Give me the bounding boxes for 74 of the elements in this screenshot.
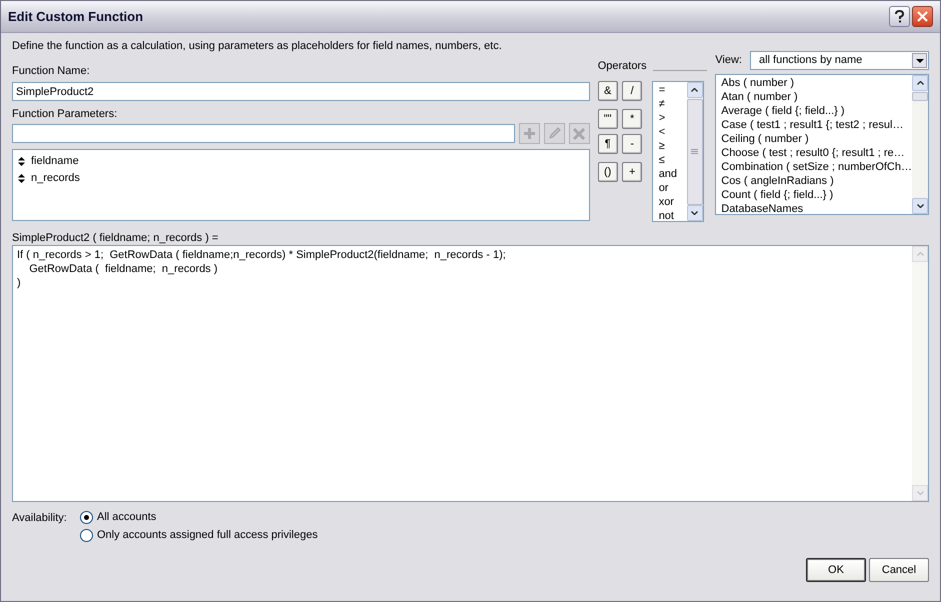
close-button[interactable] [912, 6, 933, 27]
scrollbar[interactable] [912, 75, 928, 214]
field-label: Function Parameters: [12, 107, 118, 120]
view-label: View: [715, 53, 742, 68]
dialog-button[interactable]: OK [806, 558, 866, 582]
operator-button[interactable]: - [622, 134, 642, 154]
window-title: Edit Custom Function [8, 8, 144, 26]
operator-button[interactable]: / [622, 81, 642, 101]
parameter-item[interactable]: n_records [31, 170, 80, 187]
function-item[interactable]: Choose ( test ; result0 {; result1 ; re… [721, 146, 912, 160]
operator-item[interactable]: or [658, 181, 687, 195]
close-icon [917, 11, 928, 22]
radio-label[interactable]: All accounts [97, 508, 156, 526]
code-line: If ( n_records > 1; GetRowData ( fieldname;n_records) * SimpleProduct2(fieldname; n_records - 1); [17, 248, 506, 262]
function-item[interactable]: Abs ( number ) [721, 76, 912, 90]
operator-button[interactable]: + [622, 162, 642, 182]
operator-item[interactable]: not [658, 209, 687, 223]
field-label: Function Name: [12, 64, 91, 77]
calculation-editor[interactable]: If ( n_records > 1; GetRowData ( fieldname;n_records) * SimpleProduct2(fieldname; n_records - 1); GetRowData ( fieldname; n_records ) ) [12, 245, 929, 502]
operator-button[interactable]: * [622, 109, 642, 129]
operator-button[interactable]: & [598, 81, 618, 101]
operator-item[interactable]: xor [658, 195, 687, 209]
scroll-up-button[interactable] [686, 82, 703, 98]
operator-item[interactable]: ≠ [658, 97, 687, 111]
operator-item[interactable]: = [658, 83, 687, 97]
reorder-arrows-icon[interactable] [18, 174, 25, 183]
scroll-thumb[interactable] [912, 92, 928, 101]
operator-item[interactable]: and [658, 167, 687, 181]
cross-icon [573, 128, 586, 140]
view-dropdown[interactable]: all functions by name [750, 51, 929, 70]
function-item[interactable]: Count ( field {; field...} ) [721, 188, 912, 202]
code-line: ) [17, 276, 21, 290]
dropdown-value: all functions by name [758, 53, 864, 68]
grip-icon [691, 149, 698, 155]
function-item[interactable]: Average ( field {; field...} ) [721, 104, 912, 118]
function-item[interactable]: Atan ( number ) [721, 90, 912, 104]
code-line: GetRowData ( fieldname; n_records ) [28, 262, 218, 276]
scroll-down-button[interactable] [912, 198, 928, 214]
function-item[interactable]: Combination ( setSize ; numberOfCh… [721, 160, 912, 174]
pencil-icon [548, 127, 561, 140]
operator-button[interactable]: () [598, 162, 618, 182]
radio-button[interactable] [80, 528, 93, 542]
help-icon [895, 10, 904, 23]
scroll-up-button[interactable] [912, 75, 928, 91]
dialog-button[interactable]: Cancel [869, 558, 929, 582]
section-label: Operators [598, 58, 647, 74]
scrollbar[interactable] [686, 82, 703, 221]
help-button[interactable] [889, 6, 910, 27]
operator-item[interactable]: < [658, 125, 687, 139]
scroll-down-button[interactable] [686, 205, 703, 221]
function-item[interactable]: DatabaseNames [721, 202, 912, 214]
operator-item[interactable]: ≥ [658, 139, 687, 153]
operator-button[interactable]: "" [598, 109, 618, 129]
delete-button[interactable] [568, 123, 590, 144]
operator-item[interactable]: ≤ [658, 153, 687, 167]
parameter-item[interactable]: fieldname [31, 153, 79, 170]
edit-button[interactable] [544, 123, 565, 144]
radio-label[interactable]: Only accounts assigned full access privileges [97, 526, 318, 544]
description-text: Define the function as a calculation, using parameters as placeholders for field names, numbers, etc. [12, 39, 503, 52]
parameter-field[interactable] [12, 124, 515, 143]
operator-button[interactable]: ¶ [598, 134, 618, 154]
reorder-arrows-icon[interactable] [18, 157, 25, 166]
dropdown-arrow-icon [916, 58, 924, 62]
function-item[interactable]: Case ( test1 ; result1 {; test2 ; resul… [721, 118, 912, 132]
operator-item[interactable]: > [658, 111, 687, 125]
function-name-field[interactable]: SimpleProduct2 [12, 82, 590, 101]
radio-button[interactable] [80, 510, 93, 524]
availability-label: Availability: [12, 511, 68, 526]
function-item[interactable]: Ceiling ( number ) [721, 132, 912, 146]
scroll-thumb[interactable] [686, 99, 703, 205]
add-button[interactable] [518, 123, 540, 144]
calculation-label: SimpleProduct2 ( fieldname; n_records ) = [12, 231, 220, 244]
function-item[interactable]: Cos ( angleInRadians ) [721, 174, 912, 188]
plus-icon [522, 127, 536, 140]
